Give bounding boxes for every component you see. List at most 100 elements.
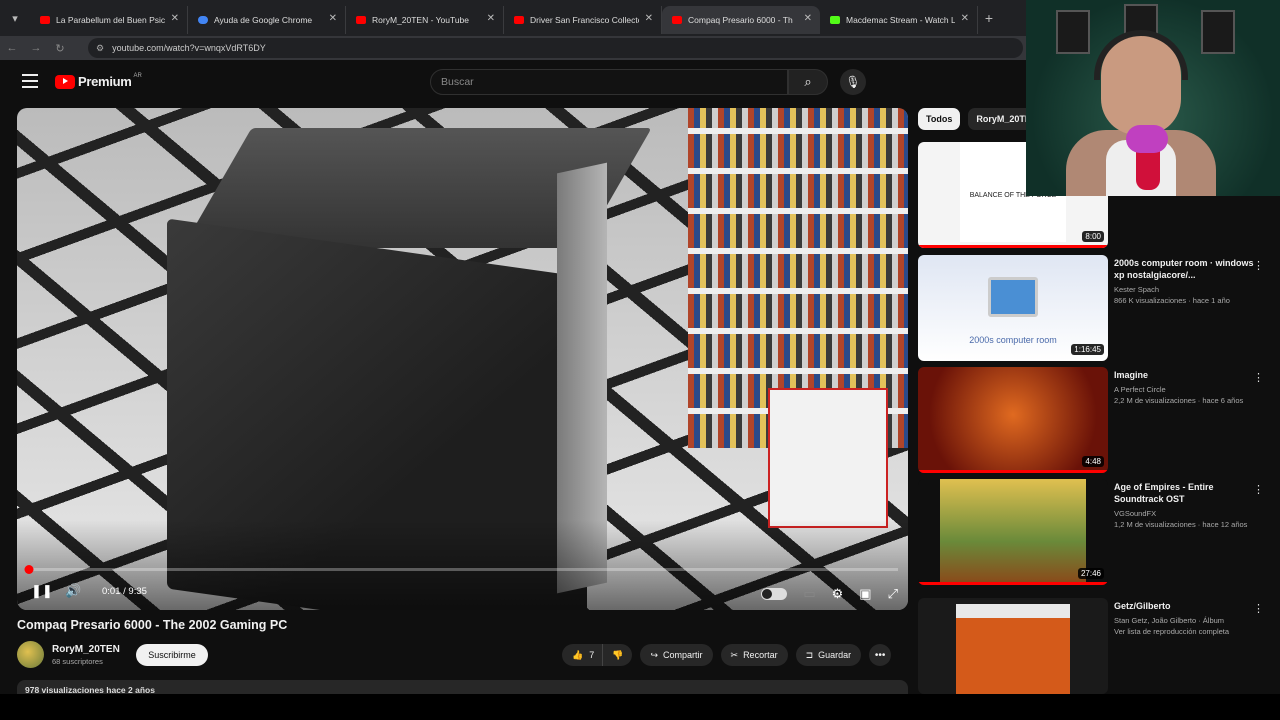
video-meta: 1,2 M de visualizaciones · hace 12 años	[1114, 520, 1248, 529]
thumbs-down-icon: 👎	[612, 649, 624, 660]
bottom-letterbox	[0, 694, 1280, 720]
description-box[interactable]: 978 visualizaciones hace 2 años	[17, 680, 908, 694]
youtube-favicon-icon	[356, 16, 366, 24]
browser-tab[interactable]: Ayuda de Google Chrome ✕	[188, 6, 346, 34]
autoplay-toggle[interactable]	[761, 588, 788, 600]
subscriber-count: 68 suscriptores	[52, 656, 103, 666]
voice-search-button[interactable]: 🎙	[840, 69, 866, 95]
new-tab-icon[interactable]: +	[978, 10, 1000, 26]
close-tab-icon[interactable]: ✕	[171, 13, 179, 24]
volume-button[interactable]: 🔊	[65, 580, 81, 602]
browser-tabbar: ▾ La Parabellum del Buen Psicóp ✕ Ayuda d…	[0, 0, 1030, 36]
share-button[interactable]: ↪ Compartir	[640, 644, 713, 666]
duration-badge: 8:00	[1082, 231, 1104, 242]
browser-tab[interactable]: La Parabellum del Buen Psicóp ✕	[30, 6, 188, 34]
search-button[interactable]: ⌕	[788, 69, 828, 95]
video-meta: 2,2 M de visualizaciones · hace 6 años	[1114, 396, 1244, 405]
duration-badge: 4:48	[1082, 456, 1104, 467]
close-tab-icon[interactable]: ✕	[961, 13, 969, 24]
settings-gear-icon[interactable]: ⚙	[832, 586, 844, 602]
search-input[interactable]: Buscar	[430, 69, 788, 95]
scrubber-handle[interactable]	[24, 565, 34, 574]
like-dislike-group: 👍 7 👎	[562, 644, 633, 666]
youtube-logo[interactable]: Premium AR	[55, 73, 142, 89]
tab-search-icon[interactable]: ▾	[0, 0, 30, 36]
clip-button[interactable]: ✂ Recortar	[720, 644, 788, 666]
video-meta: 866 K visualizaciones · hace 1 año	[1114, 296, 1230, 305]
back-icon[interactable]: ←	[0, 42, 24, 54]
like-button[interactable]: 👍 7	[562, 644, 604, 666]
google-favicon-icon	[198, 16, 208, 24]
channel-name[interactable]: Kester Spach	[1114, 284, 1254, 295]
close-tab-icon[interactable]: ✕	[487, 13, 495, 24]
more-horiz-icon: •••	[874, 649, 886, 661]
url-field[interactable]: ⚙ youtube.com/watch?v=wnqxVdRT6DY	[88, 38, 1023, 58]
browser-tab[interactable]: Driver San Francisco Collector ✕	[504, 6, 662, 34]
channel-avatar[interactable]	[17, 641, 44, 668]
headphones-icon	[1094, 30, 1188, 80]
close-tab-icon[interactable]: ✕	[329, 13, 337, 24]
subscribe-button[interactable]: Suscribirme	[136, 644, 208, 666]
pause-button[interactable]: ❚❚	[31, 580, 53, 602]
video-thumbnail[interactable]: 4:48	[918, 367, 1108, 473]
share-icon: ↪	[650, 649, 658, 660]
video-actions: 👍 7 👎 ↪ Compartir ✂ Recortar ⊐ Guardar •••	[562, 644, 892, 666]
recommendation-item[interactable]: 2000s computer room 1:16:45 2000s comput…	[918, 255, 1280, 361]
more-vert-icon[interactable]: ⋮	[1253, 483, 1264, 496]
video-title[interactable]: Age of Empires - Entire Soundtrack OST	[1114, 481, 1254, 505]
recommendation-item[interactable]: 27:46 Age of Empires - Entire Soundtrack…	[918, 479, 1280, 585]
thumbs-up-icon: 👍	[572, 649, 584, 660]
youtube-favicon-icon	[672, 16, 682, 24]
miniplayer-icon[interactable]: ▣	[859, 586, 871, 602]
address-bar-row: ← → ↻ ⚙ youtube.com/watch?v=wnqxVdRT6DY	[0, 36, 1030, 60]
recommendation-item[interactable]: Getz/Gilberto Stan Getz, João Gilberto ·…	[918, 598, 1280, 694]
video-thumbnail[interactable]: 27:46	[918, 479, 1108, 585]
more-vert-icon[interactable]: ⋮	[1253, 371, 1264, 384]
browser-tab[interactable]: RoryM_20TEN - YouTube ✕	[346, 6, 504, 34]
scissors-icon: ✂	[730, 649, 739, 660]
progress-bar[interactable]	[24, 565, 898, 574]
duration-badge: 27:46	[1077, 568, 1104, 579]
video-thumbnail[interactable]: 2000s computer room 1:16:45	[918, 255, 1108, 361]
webcam-overlay	[1026, 0, 1280, 196]
pause-icon: ❚❚	[31, 583, 53, 598]
menu-icon[interactable]	[22, 74, 38, 88]
video-title[interactable]: Imagine	[1114, 369, 1254, 381]
playlist-thumbnail[interactable]	[918, 598, 1108, 694]
video-player[interactable]: ❚❚ 🔊 0:01 / 9:35 ▭ ⚙ ▣ ⤢	[17, 108, 908, 610]
url-text: youtube.com/watch?v=wnqxVdRT6DY	[112, 43, 266, 53]
bookmark-icon: ⊐	[805, 649, 814, 660]
reload-icon[interactable]: ↻	[48, 42, 72, 55]
channel-info: RoryM_20TEN 68 suscriptores	[17, 641, 120, 668]
close-tab-icon[interactable]: ✕	[804, 13, 812, 24]
more-vert-icon[interactable]: ⋮	[1253, 602, 1264, 615]
view-playlist-link[interactable]: Ver lista de reproducción completa	[1114, 626, 1254, 637]
artist-name[interactable]: Stan Getz, João Gilberto · Álbum	[1114, 615, 1254, 626]
player-right-controls: ▭ ⚙ ▣ ⤢	[761, 586, 898, 602]
video-title[interactable]: 2000s computer room · windows xp nostalg…	[1114, 257, 1254, 281]
dislike-button[interactable]: 👎	[603, 644, 632, 666]
youtube-favicon-icon	[40, 16, 50, 24]
save-button[interactable]: ⊐ Guardar	[795, 644, 862, 666]
subtitles-icon[interactable]: ▭	[803, 586, 815, 602]
playlist-title[interactable]: Getz/Gilberto	[1114, 600, 1254, 612]
chip-all[interactable]: Todos	[918, 108, 961, 130]
youtube-play-icon	[55, 74, 75, 89]
channel-name[interactable]: VGSoundFX	[1114, 508, 1254, 519]
channel-name[interactable]: A Perfect Circle	[1114, 384, 1254, 395]
more-vert-icon[interactable]: ⋮	[1253, 259, 1264, 272]
recommendation-item[interactable]: 4:48 Imagine A Perfect Circle 2,2 M de v…	[918, 367, 1280, 473]
fullscreen-icon[interactable]: ⤢	[888, 586, 898, 602]
duration-badge: 1:16:45	[1071, 344, 1104, 355]
volume-icon: 🔊	[65, 583, 82, 598]
browser-tab[interactable]: Macdemac Stream - Watch Live ✕	[820, 6, 978, 34]
close-tab-icon[interactable]: ✕	[645, 13, 653, 24]
channel-name[interactable]: RoryM_20TEN	[52, 644, 120, 655]
microphone-icon: 🎙	[845, 75, 861, 89]
site-info-icon[interactable]: ⚙	[96, 43, 104, 54]
forward-icon[interactable]: →	[24, 42, 48, 54]
more-actions-button[interactable]: •••	[869, 644, 892, 666]
browser-tab-active[interactable]: Compaq Presario 6000 - Th ✕	[662, 6, 820, 34]
kick-favicon-icon	[830, 16, 840, 24]
computer-icon	[988, 277, 1038, 317]
